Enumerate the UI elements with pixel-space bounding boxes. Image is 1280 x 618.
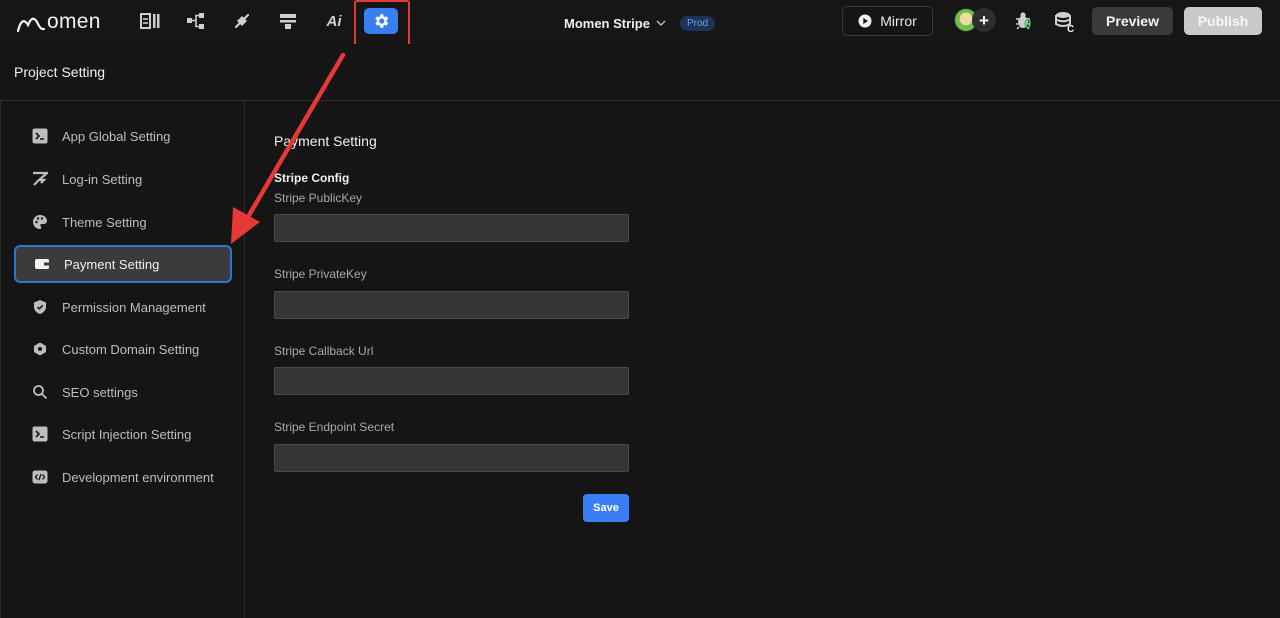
app-window: omen Ai Momen Stripe Prod Mirror + 0 C P… xyxy=(0,0,1280,618)
preview-button[interactable]: Preview xyxy=(1092,7,1173,35)
stripe-private-key-label: Stripe PrivateKey xyxy=(274,267,367,281)
sidebar-item-label: Permission Management xyxy=(62,299,206,315)
nav-layout-button[interactable] xyxy=(133,8,167,34)
sidebar-item-permission-management[interactable]: Permission Management xyxy=(14,288,232,326)
search-icon xyxy=(32,384,48,400)
stripe-callback-url-input[interactable] xyxy=(274,367,629,395)
env-badge: Prod xyxy=(679,15,716,31)
sidebar-item-app-global-setting[interactable]: App Global Setting xyxy=(14,117,232,155)
login-icon xyxy=(32,171,48,187)
database-letter: C xyxy=(1067,24,1074,34)
nav-settings-button[interactable] xyxy=(364,8,398,34)
nav-actions-button[interactable] xyxy=(225,8,259,34)
shield-icon xyxy=(32,299,48,315)
terminal-icon xyxy=(32,426,48,442)
database-icon[interactable]: C xyxy=(1054,10,1076,34)
logo-m-icon xyxy=(16,17,46,33)
plus-icon: + xyxy=(979,10,989,30)
page-title: Project Setting xyxy=(14,64,106,80)
add-collaborator-button[interactable]: + xyxy=(972,8,996,32)
stripe-private-key-input[interactable] xyxy=(274,291,629,319)
stripe-config-heading: Stripe Config xyxy=(274,171,350,185)
nav-flow-button[interactable] xyxy=(179,8,213,34)
sidebar-item-label: Development environment xyxy=(62,469,214,485)
stripe-callback-url-label: Stripe Callback Url xyxy=(274,344,374,358)
nav-ai-button[interactable]: Ai xyxy=(317,8,351,34)
sidebar-item-label: Theme Setting xyxy=(62,214,147,230)
actions-icon xyxy=(234,13,250,29)
chevron-down-icon xyxy=(656,20,666,26)
collaborators: + xyxy=(954,8,996,34)
sidebar-item-label: Script Injection Setting xyxy=(62,426,192,442)
section-title: Payment Setting xyxy=(274,133,377,149)
terminal-icon xyxy=(32,128,48,144)
sidebar-item-label: SEO settings xyxy=(62,384,138,400)
hexagon-icon xyxy=(32,341,48,357)
sidebar-item-payment-setting[interactable]: Payment Setting xyxy=(14,245,232,283)
logo-text: omen xyxy=(47,10,101,33)
settings-sidebar: App Global Setting Log-in Setting Theme … xyxy=(0,101,245,618)
page-header: Project Setting xyxy=(0,44,1280,101)
project-switcher[interactable]: Momen Stripe Prod xyxy=(564,12,716,34)
stripe-endpoint-secret-input[interactable] xyxy=(274,444,629,472)
sidebar-item-development-environment[interactable]: Development environment xyxy=(14,458,232,496)
momen-logo[interactable]: omen xyxy=(16,9,101,35)
payment-setting-panel: Payment Setting Stripe Config Stripe Pub… xyxy=(246,101,1280,618)
wallet-icon xyxy=(34,256,50,272)
sidebar-item-label: Log-in Setting xyxy=(62,171,143,187)
sidebar-item-custom-domain-setting[interactable]: Custom Domain Setting xyxy=(14,330,232,368)
settings-icon xyxy=(375,14,389,28)
data-icon xyxy=(280,14,296,29)
play-icon xyxy=(858,14,872,28)
sidebar-item-theme-setting[interactable]: Theme Setting xyxy=(14,203,232,241)
sidebar-item-label: App Global Setting xyxy=(62,128,171,144)
publish-button[interactable]: Publish xyxy=(1184,7,1262,35)
flow-icon xyxy=(187,13,204,29)
top-bar: omen Ai Momen Stripe Prod Mirror + 0 C P… xyxy=(0,0,1280,50)
sidebar-item-script-injection-setting[interactable]: Script Injection Setting xyxy=(14,415,232,453)
stripe-endpoint-secret-label: Stripe Endpoint Secret xyxy=(274,420,395,434)
stripe-public-key-label: Stripe PublicKey xyxy=(274,191,363,205)
save-button[interactable]: Save xyxy=(583,494,629,522)
sidebar-item-label: Payment Setting xyxy=(64,256,160,272)
layout-icon xyxy=(140,13,160,29)
sidebar-item-label: Custom Domain Setting xyxy=(62,341,200,357)
bug-count: 0 xyxy=(1024,16,1032,31)
project-name: Momen Stripe xyxy=(564,15,650,31)
mirror-label: Mirror xyxy=(880,13,917,29)
stripe-public-key-input[interactable] xyxy=(274,214,629,242)
palette-icon xyxy=(32,214,48,230)
nav-data-button[interactable] xyxy=(271,8,305,34)
mirror-button[interactable]: Mirror xyxy=(842,6,933,36)
code-icon xyxy=(32,469,48,485)
ai-icon: Ai xyxy=(326,12,342,30)
sidebar-item-login-setting[interactable]: Log-in Setting xyxy=(14,160,232,198)
sidebar-item-seo-settings[interactable]: SEO settings xyxy=(14,373,232,411)
